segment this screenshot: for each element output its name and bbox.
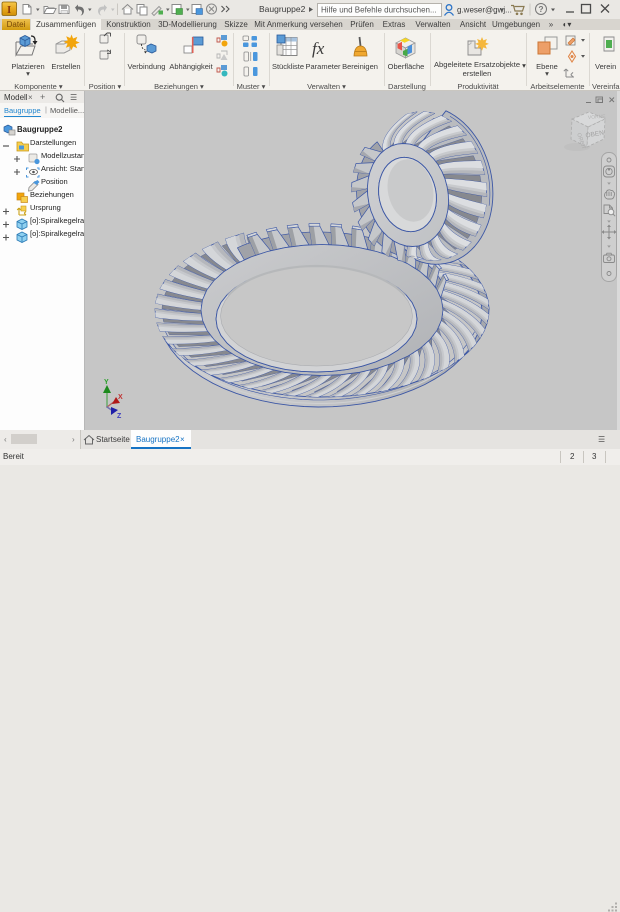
svg-text:fx: fx <box>312 39 325 58</box>
svg-text:?: ? <box>538 4 543 14</box>
svg-text:Y: Y <box>104 379 109 386</box>
svg-text:Hilfe und Befehle durchsuchen.: Hilfe und Befehle durchsuchen... <box>321 6 437 15</box>
svg-text:g.weser@gwj...: g.weser@gwj... <box>457 6 512 15</box>
svg-text:X: X <box>118 394 123 401</box>
svg-text:I: I <box>7 4 11 16</box>
svg-text:Baugruppe2: Baugruppe2 <box>259 4 306 14</box>
svg-text:VORNE: VORNE <box>588 114 607 121</box>
svg-text:Z: Z <box>117 413 122 420</box>
